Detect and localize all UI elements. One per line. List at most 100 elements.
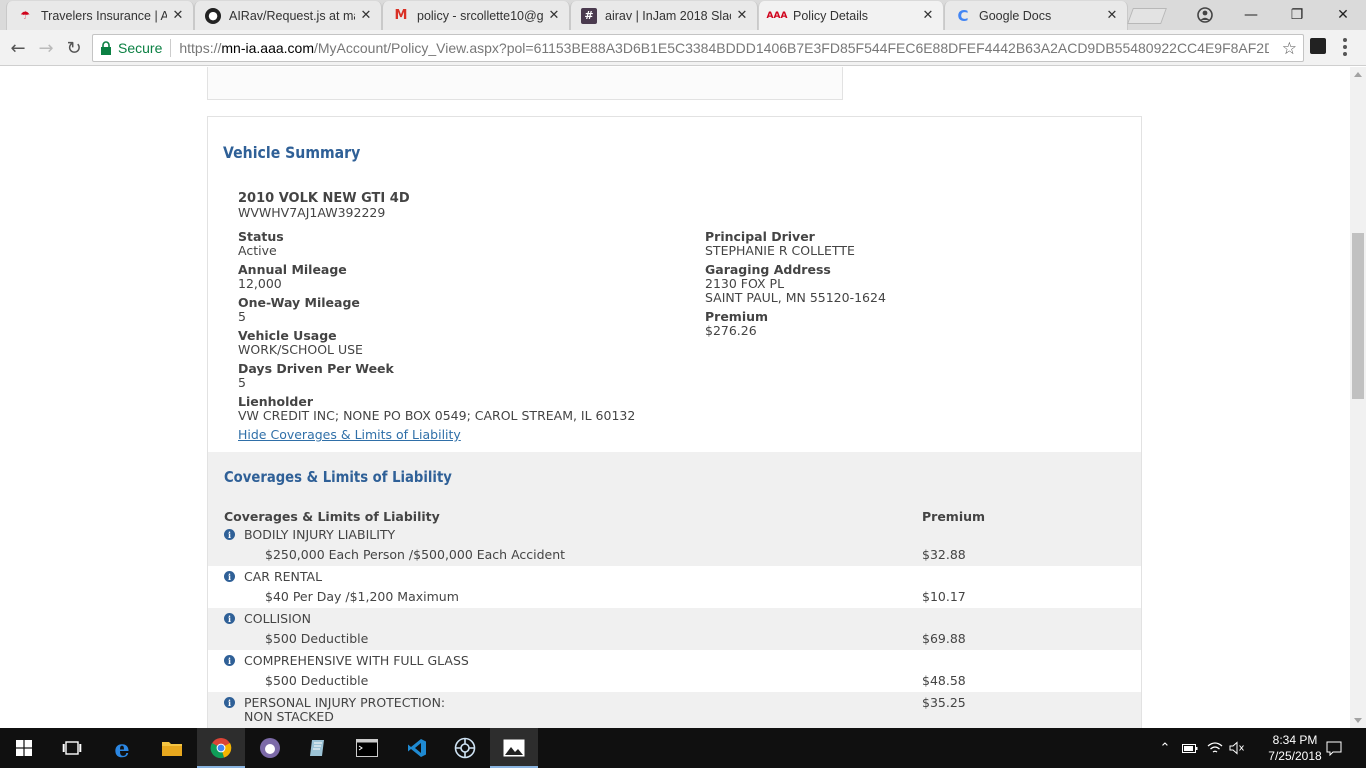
close-tab-icon[interactable]: ✕ bbox=[547, 8, 561, 23]
garaging-address-label: Garaging Address bbox=[705, 262, 831, 277]
coverage-name: CAR RENTAL bbox=[244, 569, 323, 584]
aaa-icon: AAA bbox=[766, 10, 788, 21]
close-tab-icon[interactable]: ✕ bbox=[921, 8, 935, 23]
tab-strip: ☂ Travelers Insurance | Aut ✕ ● AIRav/Re… bbox=[0, 0, 1366, 30]
volume-muted-icon[interactable] bbox=[1226, 728, 1248, 768]
url-host: mn-ia.aaa.com bbox=[221, 40, 314, 56]
chrome-icon[interactable] bbox=[197, 728, 245, 768]
chrome-menu-icon[interactable] bbox=[1343, 38, 1347, 56]
field-value: WORK/SCHOOL USE bbox=[238, 342, 363, 357]
coverages-heading: Coverages & Limits of Liability bbox=[224, 468, 452, 486]
tab-travelers[interactable]: ☂ Travelers Insurance | Aut ✕ bbox=[6, 1, 194, 30]
garaging-address-line1: 2130 FOX PL bbox=[705, 276, 785, 291]
minimize-icon[interactable]: — bbox=[1228, 0, 1274, 30]
restore-icon[interactable]: ❐ bbox=[1274, 0, 1320, 30]
field-label: One-Way Mileage bbox=[238, 295, 360, 310]
table-row: i CAR RENTAL $40 Per Day /$1,200 Maximum… bbox=[208, 566, 1141, 608]
hide-coverages-link[interactable]: Hide Coverages & Limits of Liability bbox=[238, 427, 461, 442]
coverage-name: BODILY INJURY LIABILITY bbox=[244, 527, 396, 542]
coverage-detail: $500 Deductible bbox=[265, 673, 369, 688]
new-tab-button[interactable] bbox=[1127, 8, 1167, 24]
reload-icon[interactable]: ↻ bbox=[62, 36, 86, 60]
secure-label: Secure bbox=[118, 40, 163, 56]
page-scrollbar[interactable] bbox=[1350, 67, 1366, 728]
vehicle-summary-heading: Vehicle Summary bbox=[223, 143, 361, 162]
coverage-premium: $32.88 bbox=[922, 547, 966, 562]
taskbar-clock[interactable]: 8:34 PM 7/25/2018 bbox=[1262, 732, 1328, 764]
coverage-detail: $500 Deductible bbox=[265, 631, 369, 646]
info-icon[interactable]: i bbox=[224, 571, 235, 582]
principal-driver-label: Principal Driver bbox=[705, 229, 815, 244]
scroll-up-arrow-icon[interactable] bbox=[1354, 72, 1362, 77]
windows-start-icon[interactable] bbox=[0, 728, 48, 768]
table-row: i PERSONAL INJURY PROTECTION: NON STACKE… bbox=[208, 692, 1141, 728]
field-value: 5 bbox=[238, 309, 246, 324]
vehicle-summary-panel: Vehicle Summary 2010 VOLK NEW GTI 4D WVW… bbox=[207, 116, 1142, 728]
google-loading-icon: C bbox=[957, 6, 969, 25]
clock-date: 7/25/2018 bbox=[1268, 749, 1322, 763]
clock-time: 8:34 PM bbox=[1272, 733, 1318, 747]
close-tab-icon[interactable]: ✕ bbox=[1105, 8, 1119, 23]
bookmark-star-icon[interactable]: ☆ bbox=[1282, 39, 1297, 59]
coverage-column-header: Coverages & Limits of Liability bbox=[224, 509, 440, 524]
task-view-icon[interactable] bbox=[48, 728, 96, 768]
info-icon[interactable]: i bbox=[224, 697, 235, 708]
network-app-icon[interactable] bbox=[441, 728, 489, 768]
tab-policy-details[interactable]: AAA Policy Details ✕ bbox=[758, 1, 944, 30]
photos-icon[interactable] bbox=[490, 728, 538, 768]
info-icon[interactable]: i bbox=[224, 613, 235, 624]
garaging-address-line2: SAINT PAUL, MN 55120-1624 bbox=[705, 290, 886, 305]
tab-title: Google Docs bbox=[979, 8, 1052, 23]
extension-icon[interactable] bbox=[1310, 38, 1326, 54]
field-value: Active bbox=[238, 243, 277, 258]
field-label: Vehicle Usage bbox=[238, 328, 337, 343]
app-cat-icon[interactable] bbox=[246, 728, 294, 768]
forward-icon[interactable]: → bbox=[34, 36, 58, 60]
premium-value: $276.26 bbox=[705, 323, 757, 338]
field-label: Lienholder bbox=[238, 394, 313, 409]
close-tab-icon[interactable]: ✕ bbox=[171, 8, 185, 23]
tab-title: Policy Details bbox=[793, 8, 869, 23]
close-tab-icon[interactable]: ✕ bbox=[359, 8, 373, 23]
tab-github[interactable]: ● AIRav/Request.js at mas ✕ bbox=[194, 1, 382, 30]
coverage-premium: $35.25 bbox=[922, 695, 966, 710]
action-center-icon[interactable] bbox=[1322, 728, 1346, 768]
page-content: Vehicle Summary 2010 VOLK NEW GTI 4D WVW… bbox=[0, 67, 1350, 728]
principal-driver-value: STEPHANIE R COLLETTE bbox=[705, 243, 855, 258]
profile-icon[interactable] bbox=[1196, 6, 1214, 24]
tab-title: AIRav/Request.js at mas bbox=[229, 8, 355, 23]
info-icon[interactable]: i bbox=[224, 655, 235, 666]
vscode-icon[interactable] bbox=[393, 728, 441, 768]
edge-icon[interactable]: e bbox=[98, 728, 146, 768]
file-explorer-icon[interactable] bbox=[148, 728, 196, 768]
table-row: i COMPREHENSIVE WITH FULL GLASS $500 Ded… bbox=[208, 650, 1141, 692]
lock-icon bbox=[101, 41, 111, 55]
notepad-icon[interactable] bbox=[294, 728, 342, 768]
url-scheme: https:// bbox=[179, 40, 222, 56]
table-row: i BODILY INJURY LIABILITY $250,000 Each … bbox=[208, 524, 1141, 566]
info-icon[interactable]: i bbox=[224, 529, 235, 540]
coverage-name-line2: NON STACKED bbox=[244, 709, 334, 724]
tab-gmail[interactable]: M policy - srcollette10@gr ✕ bbox=[382, 1, 570, 30]
address-bar[interactable]: Secure https://mn-ia.aaa.com/MyAccount/P… bbox=[92, 34, 1304, 62]
windows-taskbar: e ⌃ 8:34 PM 7/25/2018 bbox=[0, 728, 1366, 768]
scroll-down-arrow-icon[interactable] bbox=[1354, 718, 1362, 723]
table-row: i COLLISION $500 Deductible $69.88 bbox=[208, 608, 1141, 650]
show-hidden-icons-icon[interactable]: ⌃ bbox=[1156, 728, 1174, 768]
battery-icon[interactable] bbox=[1180, 728, 1200, 768]
scroll-thumb[interactable] bbox=[1352, 233, 1364, 399]
field-label: Annual Mileage bbox=[238, 262, 347, 277]
coverage-detail: $40 Per Day /$1,200 Maximum bbox=[265, 589, 459, 604]
coverage-premium: $48.58 bbox=[922, 673, 966, 688]
divider bbox=[170, 39, 172, 57]
coverage-name: PERSONAL INJURY PROTECTION: bbox=[244, 695, 446, 710]
tab-google-docs[interactable]: C Google Docs ✕ bbox=[944, 1, 1128, 30]
close-tab-icon[interactable]: ✕ bbox=[735, 8, 749, 23]
tab-slack[interactable]: # airav | InJam 2018 Slack ✕ bbox=[570, 1, 758, 30]
close-window-icon[interactable]: ✕ bbox=[1320, 0, 1366, 30]
wifi-icon[interactable] bbox=[1204, 728, 1226, 768]
url-text[interactable]: https://mn-ia.aaa.com/MyAccount/Policy_V… bbox=[179, 40, 1269, 56]
field-value: 5 bbox=[238, 375, 246, 390]
terminal-icon[interactable] bbox=[343, 728, 391, 768]
back-icon[interactable]: ← bbox=[6, 36, 30, 60]
